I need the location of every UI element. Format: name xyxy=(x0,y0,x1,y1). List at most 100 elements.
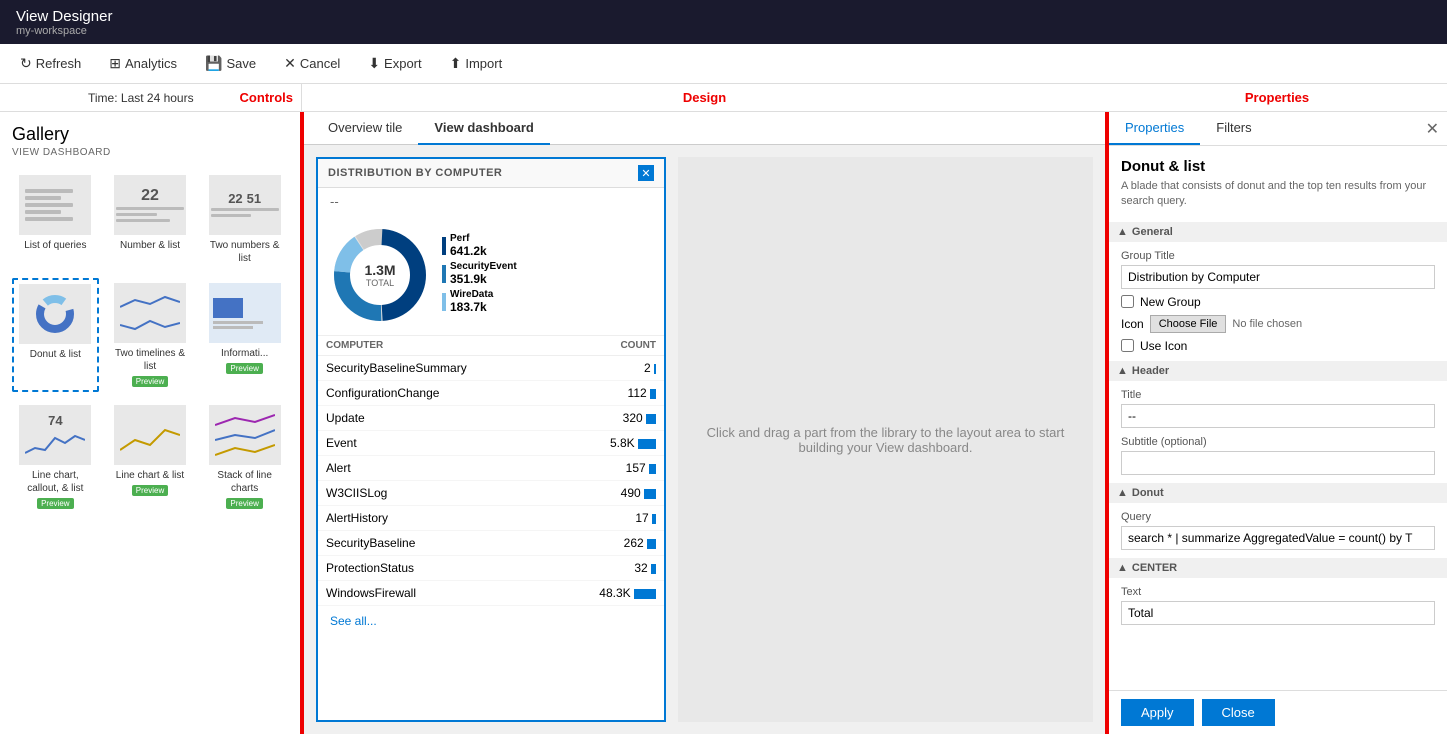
close-panel-button[interactable]: Close xyxy=(1202,699,1275,726)
gallery-item-two-numbers[interactable]: 2251 Two numbers & list xyxy=(201,170,288,270)
cell-computer: ProtectionStatus xyxy=(318,556,554,581)
export-icon: ⬇ xyxy=(368,55,380,72)
save-button[interactable]: 💾 Save xyxy=(201,53,260,74)
gallery-item-label: Line chart & list xyxy=(112,469,189,482)
use-icon-label: Use Icon xyxy=(1140,339,1187,353)
donut-total: 1.3M xyxy=(364,262,395,278)
tab-overview[interactable]: Overview tile xyxy=(312,112,418,145)
choose-file-button[interactable]: Choose File xyxy=(1150,315,1227,333)
see-all-link[interactable]: See all... xyxy=(318,606,664,636)
icon-file-row: Icon Choose File No file chosen xyxy=(1121,315,1435,333)
props-tab-filters[interactable]: Filters xyxy=(1200,112,1267,145)
bar-indicator xyxy=(638,439,656,449)
query-label: Query xyxy=(1121,511,1435,523)
gallery-item-label: Two numbers & list xyxy=(206,239,283,265)
cell-count: 32 xyxy=(554,556,664,581)
gallery-item-line-list[interactable]: Line chart & list Preview xyxy=(107,400,194,514)
header-arrow-icon: ▲ xyxy=(1117,365,1128,377)
tab-view-dashboard[interactable]: View dashboard xyxy=(418,112,549,145)
widget-card: DISTRIBUTION BY COMPUTER ✕ -- xyxy=(316,157,666,722)
cell-count: 112 xyxy=(554,381,664,406)
cell-computer: WindowsFirewall xyxy=(318,581,554,606)
cell-count: 48.3K xyxy=(554,581,664,606)
properties-panel: Properties Filters ✕ Donut & list A blad… xyxy=(1107,112,1447,734)
gallery-item-line-callout[interactable]: 74 Line chart, callout, & list Preview xyxy=(12,400,99,514)
donut-sublabel: TOTAL xyxy=(364,278,395,288)
subtitle-input[interactable] xyxy=(1121,451,1435,475)
props-desc: A blade that consists of donut and the t… xyxy=(1121,179,1435,210)
dash-line: -- xyxy=(318,188,664,215)
export-button[interactable]: ⬇ Export xyxy=(364,53,425,74)
cell-computer: ConfigurationChange xyxy=(318,381,554,406)
cell-computer: Alert xyxy=(318,456,554,481)
new-group-checkbox[interactable] xyxy=(1121,295,1134,308)
table-row: SecurityBaseline 262 xyxy=(318,531,664,556)
use-icon-row: Use Icon xyxy=(1121,339,1435,353)
gallery-item-information[interactable]: Informati... Preview xyxy=(201,278,288,392)
widget-table-container: COMPUTER COUNT SecurityBaselineSummary 2… xyxy=(318,336,664,606)
gallery-item-label: Stack of line charts xyxy=(206,469,283,495)
main-layout: Gallery VIEW DASHBOARD List of queries xyxy=(0,112,1447,734)
gallery-item-list-queries[interactable]: List of queries xyxy=(12,170,99,270)
donut-label: 1.3M TOTAL xyxy=(364,262,395,288)
gallery-item-stack-lines[interactable]: Stack of line charts Preview xyxy=(201,400,288,514)
center-section-header[interactable]: ▲ CENTER xyxy=(1109,558,1447,578)
props-tab-properties[interactable]: Properties xyxy=(1109,112,1200,145)
no-file-text: No file chosen xyxy=(1232,318,1302,330)
gallery-item-label: Two timelines & list xyxy=(112,347,189,373)
props-close-button[interactable]: ✕ xyxy=(1426,119,1439,139)
props-content: Donut & list A blade that consists of do… xyxy=(1109,146,1447,690)
gallery-grid: List of queries 22 Number & list xyxy=(12,170,288,514)
subtitle-label: Subtitle (optional) xyxy=(1121,436,1435,448)
donut-chart: 1.3M TOTAL xyxy=(330,225,430,325)
general-section-header[interactable]: ▲ General xyxy=(1109,222,1447,242)
gallery-item-label: Number & list xyxy=(112,239,189,252)
empty-design-area: Click and drag a part from the library t… xyxy=(678,157,1093,722)
cell-count: 5.8K xyxy=(554,431,664,456)
bar-indicator xyxy=(650,389,656,399)
center-text-input[interactable] xyxy=(1121,601,1435,625)
legend-item-security: SecurityEvent 351.9k xyxy=(442,261,517,286)
import-button[interactable]: ⬆ Import xyxy=(446,53,507,74)
preview-badge: Preview xyxy=(132,376,168,387)
header-section-header[interactable]: ▲ Header xyxy=(1109,361,1447,381)
preview-badge: Preview xyxy=(226,363,262,374)
refresh-button[interactable]: ↻ Refresh xyxy=(16,53,85,74)
gallery-item-two-timelines[interactable]: Two timelines & list Preview xyxy=(107,278,194,392)
group-title-input[interactable] xyxy=(1121,265,1435,289)
general-arrow-icon: ▲ xyxy=(1117,226,1128,238)
donut-section-header[interactable]: ▲ Donut xyxy=(1109,483,1447,503)
cancel-button[interactable]: ✕ Cancel xyxy=(280,53,344,74)
props-section-title: Donut & list xyxy=(1121,158,1435,175)
gallery-item-label: Donut & list xyxy=(18,348,93,361)
time-label: Time: Last 24 hours xyxy=(80,91,194,105)
apply-button[interactable]: Apply xyxy=(1121,699,1194,726)
gallery-item-donut-list[interactable]: Donut & list xyxy=(12,278,99,392)
use-icon-checkbox[interactable] xyxy=(1121,339,1134,352)
analytics-button[interactable]: ⊞ Analytics xyxy=(105,53,181,74)
widget-title: DISTRIBUTION BY COMPUTER xyxy=(328,167,502,179)
table-row: Update 320 xyxy=(318,406,664,431)
gallery-item-label: List of queries xyxy=(17,239,94,252)
bar-indicator xyxy=(649,464,656,474)
table-row: SecurityBaselineSummary 2 xyxy=(318,356,664,381)
design-panel: Overview tile View dashboard DISTRIBUTIO… xyxy=(302,112,1107,734)
gallery-item-number-list[interactable]: 22 Number & list xyxy=(107,170,194,270)
widget-close-button[interactable]: ✕ xyxy=(638,165,654,181)
bar-indicator xyxy=(651,564,656,574)
query-input[interactable] xyxy=(1121,526,1435,550)
cell-computer: SecurityBaseline xyxy=(318,531,554,556)
import-icon: ⬆ xyxy=(450,55,462,72)
preview-badge: Preview xyxy=(132,485,168,496)
donut-legend: Perf 641.2k SecurityEvent 351.9k xyxy=(442,233,517,317)
legend-item-wiredata: WireData 183.7k xyxy=(442,289,517,314)
bar-indicator xyxy=(634,589,656,599)
bar-indicator xyxy=(647,539,656,549)
app-title: View Designer xyxy=(16,8,1431,25)
new-group-label: New Group xyxy=(1140,295,1201,309)
legend-item-perf: Perf 641.2k xyxy=(442,233,517,258)
region-labels-bar: Time: Last 24 hours Controls Design Prop… xyxy=(0,84,1447,112)
gallery-title: Gallery xyxy=(12,124,288,145)
title-input[interactable] xyxy=(1121,404,1435,428)
empty-design-message: Click and drag a part from the library t… xyxy=(707,425,1065,455)
